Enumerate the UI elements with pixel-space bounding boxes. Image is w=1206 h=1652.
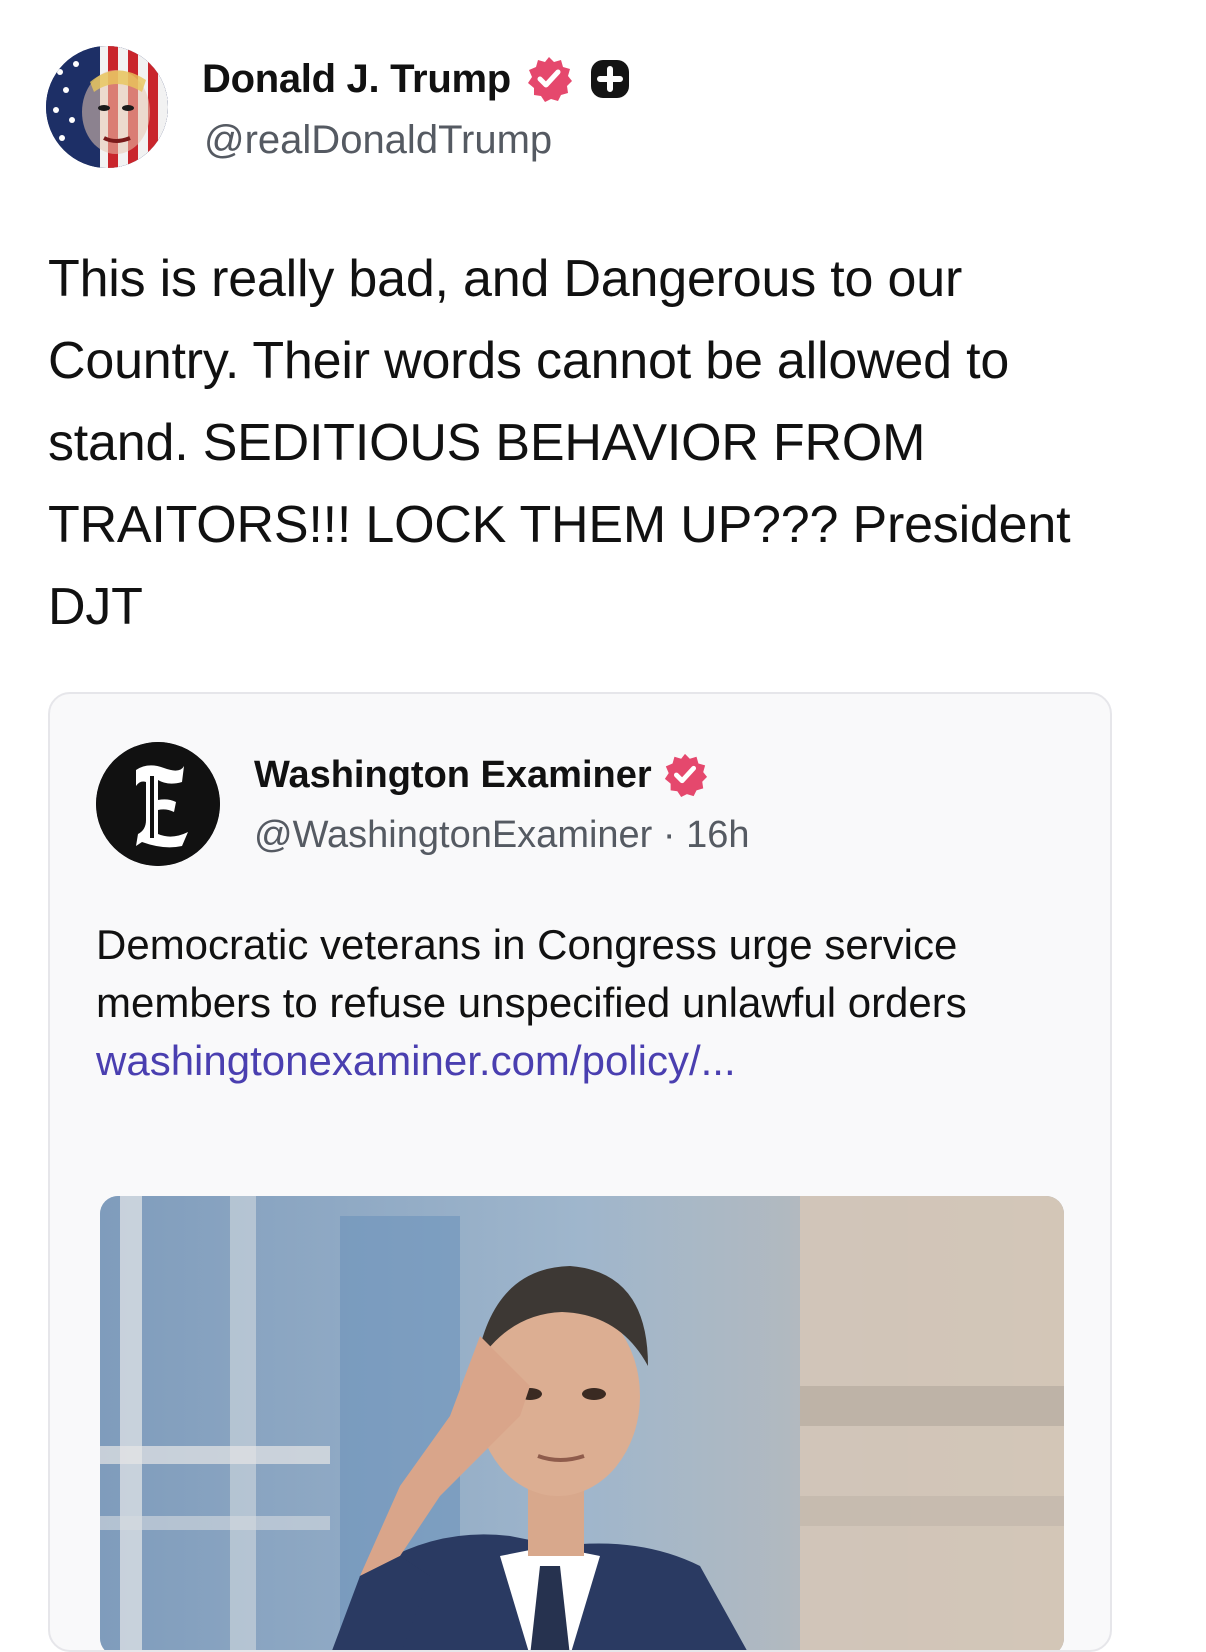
quoted-author-meta: @WashingtonExaminer · 16h <box>254 814 750 857</box>
quoted-post-link[interactable]: washingtonexaminer.com/policy/... <box>96 1032 1056 1090</box>
plus-badge-icon <box>587 58 631 100</box>
verified-badge-icon <box>525 55 573 103</box>
quoted-author-name-row: Washington Examiner <box>254 750 708 800</box>
quoted-post-card[interactable]: Washington Examiner @WashingtonExaminer … <box>48 692 1112 1652</box>
quoted-author-name[interactable]: Washington Examiner <box>254 754 652 797</box>
author-handle[interactable]: @realDonaldTrump <box>204 118 552 163</box>
quoted-post-body: Democratic veterans in Congress urge ser… <box>96 916 1056 1090</box>
meta-separator: · <box>652 814 687 856</box>
truth-post: Donald J. Trump @realDonaldTrump This is… <box>0 0 1206 1652</box>
post-text: This is really bad, and Dangerous to our… <box>48 250 1071 636</box>
quoted-post-image[interactable] <box>100 1196 1064 1650</box>
quoted-author-avatar[interactable] <box>96 742 220 866</box>
quoted-author-handle[interactable]: @WashingtonExaminer <box>254 814 652 856</box>
author-avatar[interactable] <box>46 46 168 168</box>
author-name[interactable]: Donald J. Trump <box>202 57 511 102</box>
quoted-post-time: 16h <box>686 814 750 856</box>
author-name-row: Donald J. Trump <box>202 54 631 104</box>
verified-badge-icon <box>662 752 708 798</box>
gothic-E-logo-icon <box>96 742 220 866</box>
quoted-post-text: Democratic veterans in Congress urge ser… <box>96 921 967 1026</box>
